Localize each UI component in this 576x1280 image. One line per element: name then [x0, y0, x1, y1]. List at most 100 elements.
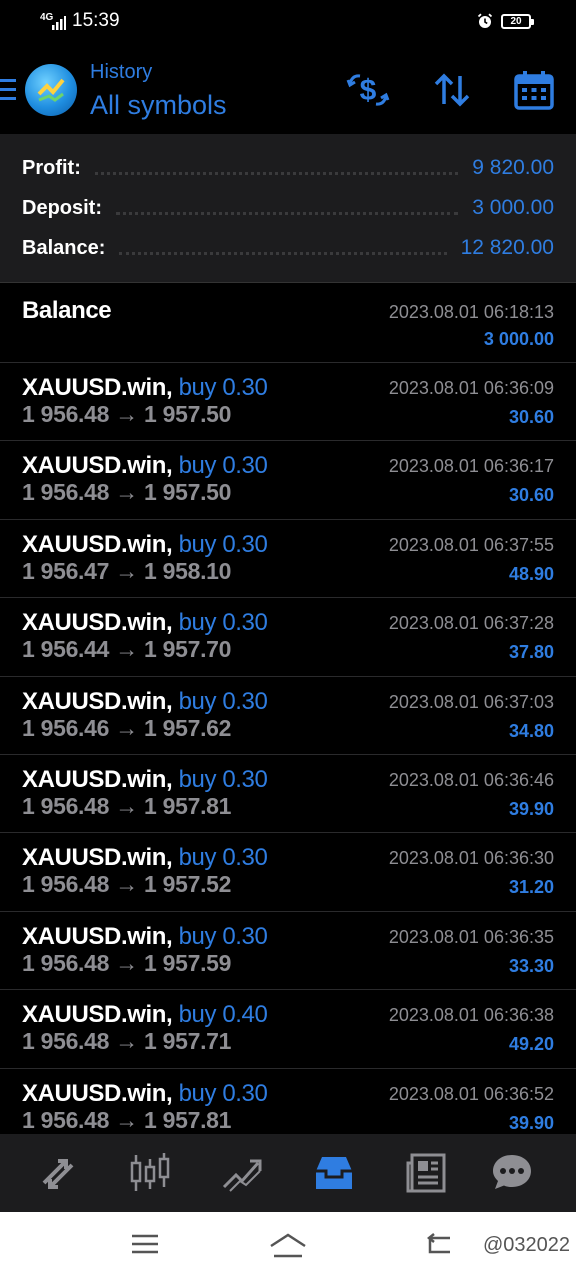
deposit-label: Deposit:	[22, 196, 102, 219]
dotted-leader	[94, 171, 459, 175]
history-list[interactable]: Balance 2023.08.01 06:18:13 3 000.00 XAU…	[0, 282, 576, 1134]
trade-symbol: XAUUSD.win, buy 0.30	[22, 374, 268, 401]
deposit-row: Deposit: 3 000.00	[22, 193, 554, 223]
menu-icon[interactable]	[0, 79, 16, 101]
trade-profit: 37.80	[508, 642, 554, 663]
trade-row[interactable]: XAUUSD.win, buy 0.30 1 956.48 → 1 957.50…	[0, 362, 576, 440]
balance-value: 12 820.00	[460, 236, 554, 259]
trade-datetime: 2023.08.01 06:37:55	[388, 534, 554, 555]
trade-profit: 31.20	[508, 877, 554, 898]
app-header: History All symbols $	[0, 44, 576, 134]
currency-exchange-icon[interactable]: $	[346, 70, 390, 110]
trade-datetime: 2023.08.01 06:37:03	[388, 691, 554, 712]
trade-prices: 1 956.48 → 1 957.81	[22, 1106, 232, 1133]
quotes-icon[interactable]	[36, 1151, 80, 1195]
watermark-text: @032022	[482, 1234, 570, 1256]
messages-icon[interactable]	[490, 1151, 534, 1195]
trade-symbol: XAUUSD.win, buy 0.40	[22, 1001, 268, 1029]
header-title[interactable]: All symbols	[90, 90, 227, 121]
trade-profit: 48.90	[508, 563, 554, 584]
trade-prices: 1 956.48 → 1 957.50	[22, 479, 232, 506]
back-icon[interactable]	[424, 1232, 454, 1256]
profit-label: Profit:	[22, 156, 81, 179]
trade-row[interactable]: XAUUSD.win, buy 0.40 1 956.48 → 1 957.71…	[0, 989, 576, 1067]
trade-profit: 39.90	[508, 798, 554, 819]
app-logo	[25, 64, 77, 116]
trade-profit: 33.30	[508, 955, 554, 976]
system-nav-bar: @032022	[0, 1212, 576, 1280]
trade-datetime: 2023.08.01 06:36:52	[388, 1083, 554, 1104]
balance-entry-datetime: 2023.08.01 06:18:13	[388, 302, 554, 322]
bottom-nav	[0, 1134, 576, 1212]
trade-prices: 1 956.48 → 1 957.71	[22, 1028, 232, 1055]
trade-type: buy 0.30	[178, 1079, 268, 1107]
trade-type: buy 0.30	[178, 844, 268, 872]
balance-label: Balance:	[22, 236, 106, 259]
alarm-icon	[477, 13, 493, 28]
trade-row[interactable]: XAUUSD.win, buy 0.30 1 956.48 → 1 957.81…	[0, 753, 576, 832]
trade-symbol: XAUUSD.win, buy 0.30	[22, 687, 268, 715]
balance-entry-amount: 3 000.00	[483, 329, 554, 349]
trade-prices: 1 956.44 → 1 957.70	[22, 636, 232, 663]
trade-prices: 1 956.47 → 1 958.10	[22, 557, 232, 584]
trade-profit: 39.90	[508, 1112, 554, 1133]
dotted-leader	[119, 251, 447, 255]
trade-datetime: 2023.08.01 06:36:17	[388, 456, 554, 477]
trade-symbol: XAUUSD.win, buy 0.30	[22, 452, 268, 480]
trade-datetime: 2023.08.01 06:36:30	[388, 848, 554, 869]
trade-type: buy 0.30	[178, 452, 268, 480]
chart-icon[interactable]	[128, 1151, 172, 1195]
deposit-value: 3 000.00	[472, 196, 554, 219]
trade-row[interactable]: XAUUSD.win, buy 0.30 1 956.44 → 1 957.70…	[0, 597, 576, 675]
trade-type: buy 0.30	[178, 922, 268, 950]
trade-profit: 49.20	[508, 1034, 554, 1055]
signal-icon	[52, 16, 66, 30]
trade-datetime: 2023.08.01 06:37:28	[388, 613, 554, 634]
calendar-icon[interactable]	[512, 70, 556, 110]
battery-icon: 20	[501, 14, 534, 29]
trade-type: buy 0.30	[178, 687, 268, 715]
balance-row: Balance: 12 820.00	[22, 233, 554, 263]
svg-text:$: $	[360, 74, 377, 107]
trade-type: buy 0.30	[178, 765, 268, 793]
trade-datetime: 2023.08.01 06:36:46	[388, 769, 554, 790]
news-icon[interactable]	[404, 1151, 448, 1195]
trade-prices: 1 956.48 → 1 957.59	[22, 949, 232, 976]
trade-row[interactable]: XAUUSD.win, buy 0.30 1 956.47 → 1 958.10…	[0, 518, 576, 597]
trade-type: buy 0.30	[178, 374, 268, 401]
sort-icon[interactable]	[430, 70, 474, 110]
summary-panel: Profit: 9 820.00 Deposit: 3 000.00 Balan…	[0, 134, 576, 282]
profit-value: 9 820.00	[472, 156, 554, 179]
trade-prices: 1 956.46 → 1 957.62	[22, 714, 232, 741]
dotted-leader	[116, 211, 459, 215]
trade-datetime: 2023.08.01 06:36:09	[388, 378, 554, 398]
trade-prices: 1 956.48 → 1 957.52	[22, 871, 232, 898]
trade-symbol: XAUUSD.win, buy 0.30	[22, 765, 268, 793]
trade-icon[interactable]	[220, 1151, 264, 1195]
trade-prices: 1 956.48 → 1 957.81	[22, 792, 232, 819]
trade-profit: 30.60	[508, 407, 554, 427]
clock: 15:39	[72, 10, 120, 31]
trade-profit: 34.80	[508, 720, 554, 741]
recent-apps-icon[interactable]	[130, 1232, 160, 1256]
trade-datetime: 2023.08.01 06:36:35	[388, 926, 554, 947]
trade-type: buy 0.30	[178, 530, 268, 558]
trade-row[interactable]: XAUUSD.win, buy 0.30 1 956.48 → 1 957.81…	[0, 1067, 576, 1134]
trade-row[interactable]: XAUUSD.win, buy 0.30 1 956.48 → 1 957.59…	[0, 910, 576, 989]
trade-symbol: XAUUSD.win, buy 0.30	[22, 844, 268, 872]
trade-row[interactable]: XAUUSD.win, buy 0.30 1 956.46 → 1 957.62…	[0, 675, 576, 754]
home-icon[interactable]	[268, 1232, 308, 1260]
trade-profit: 30.60	[508, 485, 554, 506]
trade-symbol: XAUUSD.win, buy 0.30	[22, 922, 268, 950]
balance-entry-label: Balance	[22, 297, 112, 324]
balance-entry[interactable]: Balance 2023.08.01 06:18:13 3 000.00	[0, 282, 576, 362]
trade-prices: 1 956.48 → 1 957.50	[22, 401, 232, 427]
trade-row[interactable]: XAUUSD.win, buy 0.30 1 956.48 → 1 957.52…	[0, 832, 576, 910]
header-subtitle: History	[90, 61, 153, 83]
trade-symbol: XAUUSD.win, buy 0.30	[22, 530, 268, 558]
trade-symbol: XAUUSD.win, buy 0.30	[22, 609, 268, 637]
status-bar: 4G 15:39 20	[0, 0, 576, 44]
history-icon[interactable]	[312, 1151, 356, 1195]
trade-type: buy 0.40	[178, 1001, 268, 1029]
trade-row[interactable]: XAUUSD.win, buy 0.30 1 956.48 → 1 957.50…	[0, 440, 576, 518]
